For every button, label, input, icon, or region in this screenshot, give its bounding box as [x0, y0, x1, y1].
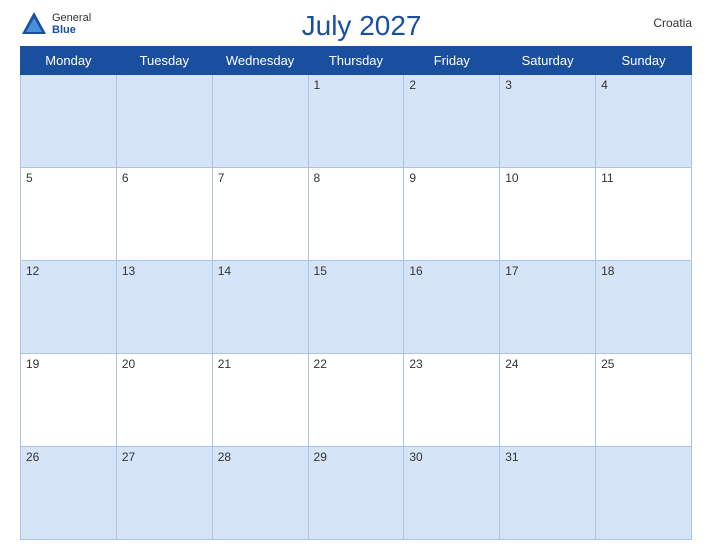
calendar-cell: 31: [500, 447, 596, 540]
logo-text: General Blue: [52, 12, 91, 36]
day-number: 16: [409, 264, 422, 278]
calendar-cell: 27: [116, 447, 212, 540]
header: General Blue July 2027 Croatia: [20, 10, 692, 42]
calendar-week-3: 12 13 14 15 16 17 18: [21, 261, 692, 354]
day-number: 6: [122, 171, 129, 185]
calendar-cell: 7: [212, 168, 308, 261]
day-number: 22: [314, 357, 327, 371]
calendar-cell: 13: [116, 261, 212, 354]
calendar-cell: 12: [21, 261, 117, 354]
calendar-cell: [212, 75, 308, 168]
calendar-cell: 29: [308, 447, 404, 540]
logo: General Blue: [20, 10, 91, 38]
calendar-cell: 24: [500, 354, 596, 447]
calendar-cell: [21, 75, 117, 168]
day-number: 20: [122, 357, 135, 371]
calendar-cell: 9: [404, 168, 500, 261]
calendar-cell: 6: [116, 168, 212, 261]
title-area: July 2027: [91, 10, 632, 42]
calendar-cell: 17: [500, 261, 596, 354]
calendar-title: July 2027: [302, 10, 422, 41]
calendar-cell: 23: [404, 354, 500, 447]
calendar-cell: [116, 75, 212, 168]
weekday-header-friday: Friday: [404, 47, 500, 75]
day-number: 4: [601, 78, 608, 92]
day-number: 31: [505, 450, 518, 464]
day-number: 23: [409, 357, 422, 371]
calendar-cell: 11: [596, 168, 692, 261]
weekday-header-monday: Monday: [21, 47, 117, 75]
calendar-cell: 8: [308, 168, 404, 261]
calendar-cell: 2: [404, 75, 500, 168]
calendar-cell: 19: [21, 354, 117, 447]
calendar-cell: 30: [404, 447, 500, 540]
day-number: 11: [601, 171, 613, 185]
calendar-week-5: 26 27 28 29 30 31: [21, 447, 692, 540]
day-number: 7: [218, 171, 225, 185]
day-number: 2: [409, 78, 416, 92]
day-number: 17: [505, 264, 518, 278]
day-number: 29: [314, 450, 327, 464]
day-number: 28: [218, 450, 231, 464]
day-number: 15: [314, 264, 327, 278]
day-number: 9: [409, 171, 416, 185]
calendar-cell: 21: [212, 354, 308, 447]
day-number: 10: [505, 171, 518, 185]
calendar-week-2: 5 6 7 8 9 10 11: [21, 168, 692, 261]
weekday-header-thursday: Thursday: [308, 47, 404, 75]
calendar-cell: 25: [596, 354, 692, 447]
country-label: Croatia: [632, 10, 692, 30]
calendar-cell: 3: [500, 75, 596, 168]
calendar-week-1: 1 2 3 4: [21, 75, 692, 168]
weekday-header-sunday: Sunday: [596, 47, 692, 75]
weekday-header-row: MondayTuesdayWednesdayThursdayFridaySatu…: [21, 47, 692, 75]
weekday-header-saturday: Saturday: [500, 47, 596, 75]
day-number: 18: [601, 264, 614, 278]
calendar-cell: [596, 447, 692, 540]
day-number: 26: [26, 450, 39, 464]
day-number: 19: [26, 357, 39, 371]
logo-general-text: General: [52, 12, 91, 24]
calendar-cell: 5: [21, 168, 117, 261]
day-number: 30: [409, 450, 422, 464]
day-number: 8: [314, 171, 321, 185]
logo-icon: [20, 10, 48, 38]
day-number: 24: [505, 357, 518, 371]
calendar-cell: 18: [596, 261, 692, 354]
day-number: 13: [122, 264, 135, 278]
calendar-table: MondayTuesdayWednesdayThursdayFridaySatu…: [20, 46, 692, 540]
calendar-cell: 16: [404, 261, 500, 354]
day-number: 5: [26, 171, 33, 185]
day-number: 14: [218, 264, 231, 278]
calendar-cell: 14: [212, 261, 308, 354]
day-number: 3: [505, 78, 512, 92]
calendar-cell: 22: [308, 354, 404, 447]
calendar-cell: 10: [500, 168, 596, 261]
calendar-cell: 20: [116, 354, 212, 447]
day-number: 27: [122, 450, 135, 464]
calendar-cell: 1: [308, 75, 404, 168]
weekday-header-wednesday: Wednesday: [212, 47, 308, 75]
logo-blue-text: Blue: [52, 24, 91, 36]
calendar-header: MondayTuesdayWednesdayThursdayFridaySatu…: [21, 47, 692, 75]
day-number: 12: [26, 264, 39, 278]
day-number: 1: [314, 78, 321, 92]
calendar-cell: 26: [21, 447, 117, 540]
calendar-cell: 15: [308, 261, 404, 354]
calendar-cell: 28: [212, 447, 308, 540]
day-number: 21: [218, 357, 231, 371]
calendar-cell: 4: [596, 75, 692, 168]
calendar-week-4: 19 20 21 22 23 24 25: [21, 354, 692, 447]
weekday-header-tuesday: Tuesday: [116, 47, 212, 75]
day-number: 25: [601, 357, 614, 371]
calendar-body: 1234567891011121314151617181920212223242…: [21, 75, 692, 540]
